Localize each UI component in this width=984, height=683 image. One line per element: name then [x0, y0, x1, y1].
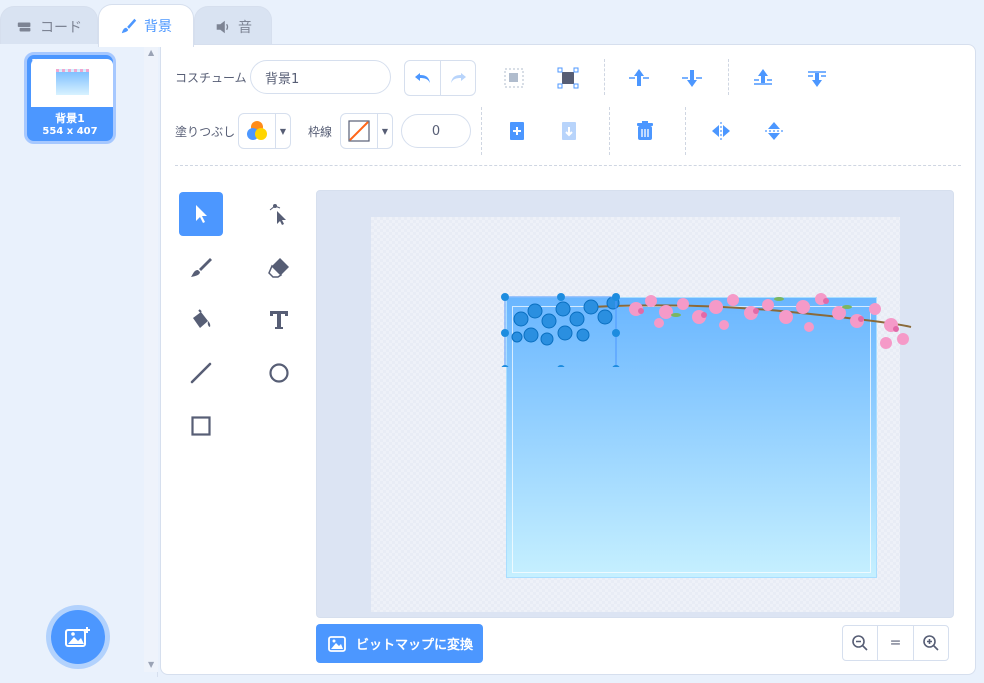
- scroll-up-arrow-icon[interactable]: ▲: [148, 48, 154, 57]
- brush-icon: [121, 18, 137, 34]
- redo-button[interactable]: [440, 61, 475, 95]
- select-tool[interactable]: [179, 192, 223, 236]
- ungroup-icon: [557, 67, 579, 89]
- move-backward-icon: [682, 70, 702, 87]
- tab-code-label: コード: [40, 19, 82, 36]
- outline-label: 枠線: [308, 125, 333, 139]
- reshape-icon: [269, 204, 286, 225]
- no-outline-icon: [348, 120, 370, 142]
- copy-button[interactable]: [501, 115, 533, 147]
- undo-button[interactable]: [405, 61, 440, 95]
- copy-icon: [510, 122, 524, 140]
- zoom-controls: =: [842, 625, 949, 661]
- brush-tool[interactable]: [179, 245, 223, 289]
- costume-thumbnail: [31, 59, 113, 107]
- zoom-in-button[interactable]: [912, 626, 948, 660]
- eraser-tool[interactable]: [257, 245, 301, 289]
- rectangle-icon: [191, 416, 211, 436]
- editor-tabs: コード 背景 音: [0, 0, 984, 47]
- fill-label: 塗りつぶし: [175, 125, 236, 139]
- fill-tool[interactable]: [179, 298, 223, 342]
- tab-backdrops[interactable]: 背景: [98, 4, 194, 47]
- costume-name: 背景1: [55, 112, 85, 125]
- brush-tool-icon: [191, 258, 212, 277]
- forward-button[interactable]: [623, 62, 655, 94]
- backward-button[interactable]: [676, 62, 708, 94]
- separator: [609, 107, 610, 155]
- costume-size: 554 x 407: [42, 126, 98, 137]
- group-button[interactable]: [498, 62, 530, 94]
- tab-sounds[interactable]: 音: [194, 6, 272, 46]
- circle-tool[interactable]: [257, 351, 301, 395]
- cherry-blossom-garland[interactable]: [491, 277, 921, 367]
- fill-color-picker[interactable]: ▼: [238, 113, 291, 149]
- costume-number: 1: [31, 58, 38, 69]
- separator: [481, 107, 482, 155]
- undo-icon: [414, 73, 430, 83]
- delete-button[interactable]: [629, 115, 661, 147]
- text-tool[interactable]: [257, 298, 301, 342]
- costume-stage-area[interactable]: [371, 217, 912, 612]
- circle-icon: [269, 363, 289, 383]
- outline-color-picker[interactable]: ▼: [340, 113, 393, 149]
- costume-name-input[interactable]: 背景1: [250, 60, 391, 94]
- paste-button[interactable]: [553, 115, 585, 147]
- convert-to-bitmap-button[interactable]: ビットマップに変換: [316, 624, 483, 663]
- add-backdrop-button[interactable]: [51, 610, 105, 664]
- trash-icon: [637, 121, 653, 140]
- zoom-reset-button[interactable]: =: [877, 626, 912, 660]
- separator: [728, 59, 729, 95]
- image-icon: [328, 635, 346, 652]
- separator: [685, 107, 686, 155]
- tab-code[interactable]: コード: [0, 6, 98, 46]
- convert-button-label: ビットマップに変換: [356, 638, 474, 653]
- undo-redo-group: [404, 60, 476, 96]
- dropdown-arrow-icon: ▼: [377, 114, 392, 148]
- mixed-colors-icon: [247, 121, 267, 140]
- add-image-icon: [65, 627, 90, 647]
- group-icon: [504, 68, 524, 88]
- zoom-out-icon: [852, 635, 868, 651]
- zoom-out-button[interactable]: [843, 626, 877, 660]
- bring-to-front-icon: [754, 69, 772, 85]
- scroll-down-arrow-icon[interactable]: ▼: [148, 660, 154, 669]
- costume-item[interactable]: 1 背景1 554 x 407: [24, 52, 116, 144]
- code-blocks-icon: [17, 22, 31, 31]
- speaker-icon: [216, 20, 229, 33]
- flip-horizontal-button[interactable]: [705, 115, 737, 147]
- separator: [604, 59, 605, 95]
- front-button[interactable]: [747, 62, 779, 94]
- line-tool[interactable]: [179, 351, 223, 395]
- eraser-icon: [268, 258, 289, 278]
- paint-editor: コスチューム 背景1 塗りつぶし ▼ 枠線 ▼ 0 ビットマップに変換 =: [160, 44, 976, 675]
- send-to-back-icon: [808, 71, 826, 87]
- flip-horizontal-icon: [712, 122, 730, 140]
- toolbar-divider: [175, 165, 961, 166]
- line-icon: [190, 362, 212, 384]
- paint-canvas[interactable]: [316, 190, 954, 618]
- paint-bucket-icon: [193, 309, 211, 328]
- flip-vertical-button[interactable]: [758, 115, 790, 147]
- back-button[interactable]: [801, 62, 833, 94]
- move-forward-icon: [629, 69, 649, 86]
- redo-icon: [451, 73, 466, 83]
- costume-label: コスチューム: [175, 71, 247, 85]
- tab-backdrops-label: 背景: [144, 19, 172, 35]
- costume-list-scrollbar[interactable]: [144, 44, 158, 672]
- dropdown-arrow-icon: ▼: [275, 114, 290, 148]
- arrow-cursor-icon: [196, 205, 207, 223]
- zoom-in-icon: [923, 635, 939, 651]
- paste-icon: [562, 122, 576, 140]
- text-icon: [270, 311, 288, 329]
- rectangle-tool[interactable]: [179, 404, 223, 448]
- outline-width-input[interactable]: 0: [401, 114, 471, 148]
- ungroup-button[interactable]: [552, 62, 584, 94]
- flip-vertical-icon: [765, 122, 783, 140]
- reshape-tool[interactable]: [257, 192, 301, 236]
- tab-sounds-label: 音: [238, 19, 252, 36]
